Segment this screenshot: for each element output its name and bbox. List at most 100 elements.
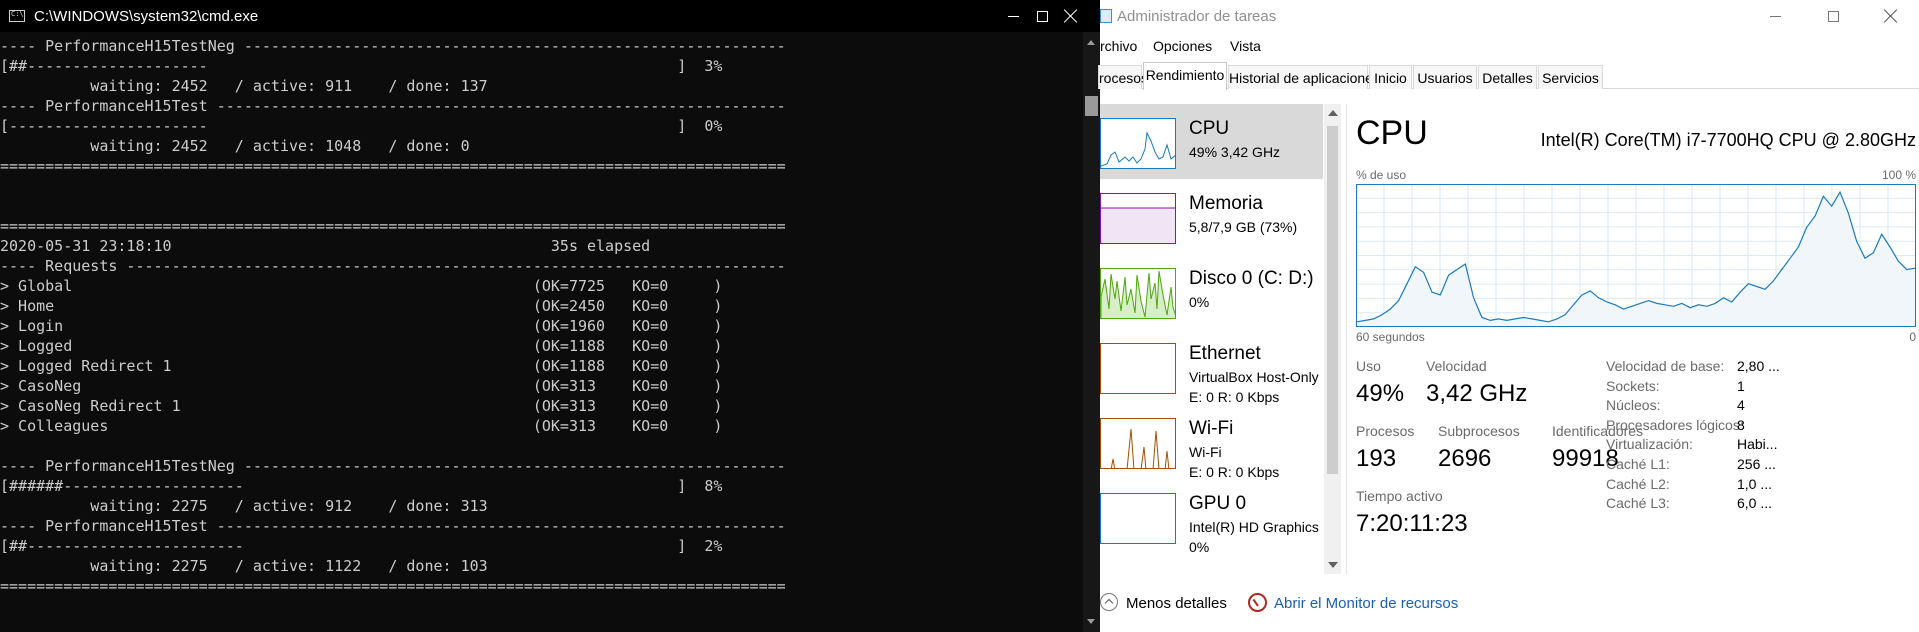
tab-detalles[interactable]: Detalles	[1478, 65, 1537, 89]
resource-item-gpu[interactable]: GPU 0 Intel(R) HD Graphics 0%	[1100, 479, 1323, 555]
console-line: ---- PerformanceH15Test ----------------…	[0, 97, 786, 115]
tm-footer: Menos detalles Abrir el Monitor de recur…	[1100, 586, 1919, 618]
fewer-details-button[interactable]: Menos detalles	[1126, 595, 1227, 612]
resource-summary: 5,8/7,9 GB (73%)	[1189, 219, 1298, 235]
cpu-usage-chart	[1356, 184, 1916, 327]
stat-uso-value: 49%	[1356, 380, 1405, 407]
console-line: > CasoNeg Redirect 1 (OK=313 KO=0 )	[0, 397, 723, 415]
tab-inicio[interactable]: Inicio	[1369, 65, 1412, 89]
scroll-down-arrow-icon[interactable]	[1328, 562, 1338, 568]
stat-velocidad-label: Velocidad	[1426, 358, 1487, 374]
gpu-thumbnail-graph	[1100, 493, 1176, 544]
resource-name: Ethernet	[1189, 343, 1261, 364]
resource-item-disco[interactable]: Disco 0 (C: D:) 0%	[1100, 254, 1323, 329]
memory-thumbnail-graph	[1100, 193, 1176, 244]
minimize-icon	[1769, 15, 1781, 17]
scroll-down-arrow-icon[interactable]	[1087, 619, 1095, 624]
resource-name: Wi-Fi	[1189, 418, 1234, 439]
tab-historial-aplicaciones[interactable]: Historial de aplicaciones	[1228, 65, 1380, 89]
console-line: ---- PerformanceH15Test ----------------…	[0, 517, 786, 535]
console-line: [---------------------- ] 0%	[0, 117, 723, 135]
tab-rendimiento[interactable]: Rendimiento	[1143, 62, 1227, 90]
resource-item-memoria[interactable]: Memoria 5,8/7,9 GB (73%)	[1100, 179, 1323, 254]
console-line: 2020-05-31 23:18:10 35s elapsed	[0, 237, 651, 255]
cmd-titlebar[interactable]: C:\WINDOWS\system32\cmd.exe	[0, 0, 1100, 32]
resource-adapter: Wi-Fi	[1189, 444, 1222, 460]
resource-item-wifi[interactable]: Wi-Fi Wi-Fi E: 0 R: 0 Kbps	[1100, 404, 1323, 480]
resource-item-cpu[interactable]: CPU 49% 3,42 GHz	[1100, 104, 1323, 179]
menu-archivo[interactable]: rchivo	[1100, 38, 1137, 54]
resource-name: GPU 0	[1189, 493, 1247, 514]
spec-label: Caché L2:	[1606, 475, 1670, 492]
resource-summary: 0%	[1189, 294, 1210, 310]
resource-throughput: E: 0 R: 0 Kbps	[1189, 389, 1280, 405]
resource-item-ethernet[interactable]: Ethernet VirtualBox Host-Only E: 0 R: 0 …	[1100, 329, 1323, 405]
cmd-scrollbar[interactable]	[1083, 32, 1100, 632]
menu-vista[interactable]: Vista	[1230, 38, 1261, 54]
spec-value: 1	[1737, 377, 1745, 394]
stat-procesos-value: 193	[1356, 445, 1397, 472]
tab-servicios[interactable]: Servicios	[1538, 65, 1603, 89]
resource-name: Disco 0 (C: D:)	[1189, 268, 1314, 289]
console-line: waiting: 2452 / active: 1048 / done: 0	[0, 137, 470, 155]
console-line: ---- PerformanceH15TestNeg -------------…	[0, 37, 786, 55]
tab-usuarios[interactable]: Usuarios	[1413, 65, 1477, 89]
cmd-window: C:\WINDOWS\system32\cmd.exe ---- Perform…	[0, 0, 1100, 632]
console-line: ========================================…	[0, 577, 786, 595]
collapse-chevron-icon[interactable]	[1100, 593, 1118, 611]
tm-maximize-button[interactable]	[1804, 0, 1862, 32]
tab-procesos[interactable]: rocesos	[1098, 65, 1148, 89]
console-line: waiting: 2275 / active: 1122 / done: 103	[0, 557, 488, 575]
resource-list-scroll-thumb[interactable]	[1327, 126, 1338, 474]
spec-label: Velocidad de base:	[1606, 358, 1725, 374]
menu-opciones[interactable]: Opciones	[1153, 38, 1212, 54]
console-output[interactable]: ---- PerformanceH15TestNeg -------------…	[0, 36, 1080, 632]
resource-list-scrollbar[interactable]	[1324, 104, 1341, 574]
cmd-scroll-thumb[interactable]	[1085, 96, 1098, 116]
spec-label: Núcleos:	[1606, 397, 1661, 414]
resource-name: CPU	[1189, 118, 1230, 139]
scroll-up-arrow-icon[interactable]	[1328, 110, 1338, 116]
tm-minimize-button[interactable]	[1746, 0, 1804, 32]
cpu-model-name: Intel(R) Core(TM) i7-7700HQ CPU @ 2.80GH…	[1540, 130, 1916, 150]
console-line: ---- Requests --------------------------…	[0, 257, 786, 275]
cmd-close-button[interactable]	[1042, 0, 1100, 32]
disk-thumbnail-graph	[1100, 268, 1176, 319]
spec-label: Caché L3:	[1606, 495, 1670, 512]
cpu-detail-pane: CPU Intel(R) Core(TM) i7-7700HQ CPU @ 2.…	[1356, 104, 1916, 574]
console-line: ---- PerformanceH15TestNeg -------------…	[0, 457, 786, 475]
resource-throughput: E: 0 R: 0 Kbps	[1189, 464, 1280, 480]
stat-velocidad-value: 3,42 GHz	[1426, 380, 1528, 407]
pane-divider[interactable]	[1346, 104, 1347, 574]
stat-tiempo-activo-label: Tiempo activo	[1356, 488, 1443, 504]
tm-close-button[interactable]	[1862, 0, 1919, 32]
console-line: > Logged Redirect 1 (OK=1188 KO=0 )	[0, 357, 723, 375]
spec-label: Procesadores lógicos:	[1606, 416, 1744, 433]
ethernet-thumbnail-graph	[1100, 343, 1176, 394]
console-line: > Global (OK=7725 KO=0 )	[0, 277, 723, 295]
console-line: > Logged (OK=1188 KO=0 )	[0, 337, 723, 355]
resource-monitor-icon	[1248, 593, 1267, 612]
tm-titlebar[interactable]: Administrador de tareas	[1100, 0, 1919, 32]
open-resource-monitor-link[interactable]: Abrir el Monitor de recursos	[1274, 595, 1458, 612]
console-line: [##------------------------ ] 2%	[0, 537, 723, 555]
spec-value: 4	[1737, 397, 1745, 414]
resource-adapter: Intel(R) HD Graphics	[1189, 519, 1319, 535]
console-line: > CasoNeg (OK=313 KO=0 )	[0, 377, 723, 395]
resource-name: Memoria	[1189, 193, 1263, 214]
resource-adapter: VirtualBox Host-Only	[1189, 369, 1319, 385]
maximize-icon	[1827, 10, 1839, 22]
chart-y-max-label: 100 %	[1881, 168, 1916, 182]
task-manager-window: Administrador de tareas rchivo Opciones …	[1098, 0, 1919, 632]
console-line: ========================================…	[0, 157, 786, 175]
console-line: waiting: 2452 / active: 911 / done: 137	[0, 77, 488, 95]
console-line: waiting: 2275 / active: 912 / done: 313	[0, 497, 488, 515]
console-line: > Colleagues (OK=313 KO=0 )	[0, 417, 723, 435]
cmd-app-icon	[9, 10, 25, 22]
scroll-up-arrow-icon[interactable]	[1087, 40, 1095, 45]
spec-value: 1,0 ...	[1737, 475, 1773, 492]
close-icon	[1884, 9, 1898, 23]
tm-window-title: Administrador de tareas	[1117, 8, 1277, 25]
console-line: [##-------------------- ] 3%	[0, 57, 723, 75]
chart-x-min-label: 0	[1909, 330, 1916, 344]
